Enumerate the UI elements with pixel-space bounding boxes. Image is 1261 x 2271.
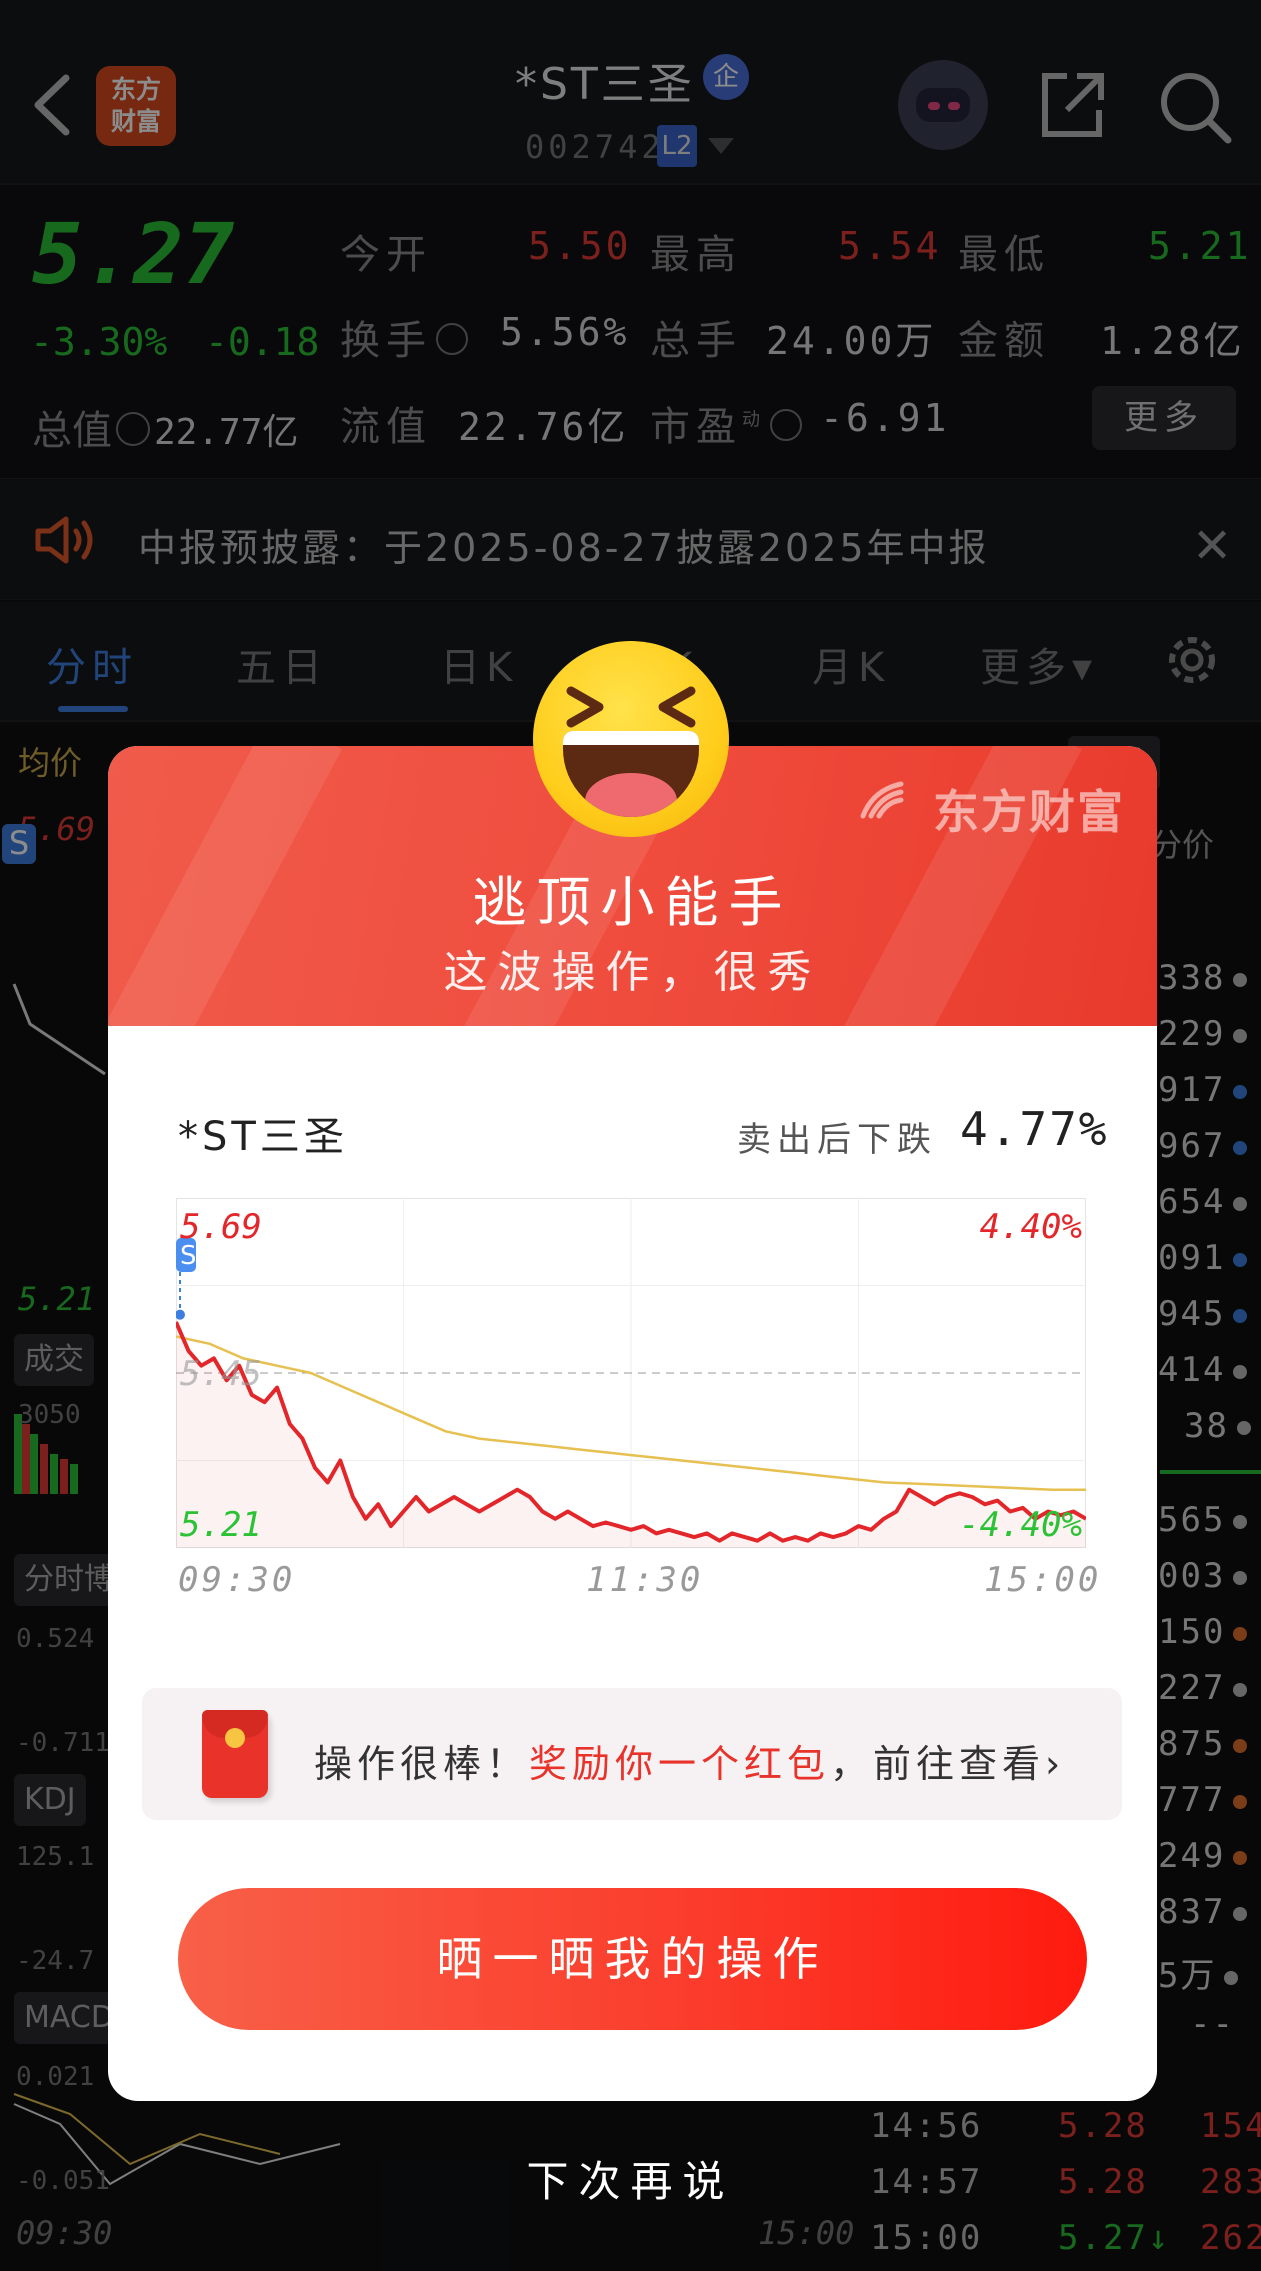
- pct-label-bottom: -4.40%: [959, 1505, 1082, 1545]
- drop-after-sell-value: 4.77%: [960, 1102, 1109, 1156]
- dialog-title: 逃顶小能手: [472, 871, 793, 934]
- brand-logo-icon: [860, 781, 904, 819]
- y-label-top: 5.69: [180, 1207, 262, 1247]
- intraday-mini-chart: S5.695.455.214.40%-4.40%: [176, 1198, 1086, 1548]
- chevron-right-icon: ›: [1045, 1742, 1066, 1786]
- y-label-mid: 5.45: [180, 1354, 262, 1394]
- x-label-end: 15:00: [984, 1560, 1102, 1600]
- dialog-subtitle: 这波操作，很秀: [443, 947, 822, 998]
- dismiss-link[interactable]: 下次再说: [0, 2148, 1261, 2209]
- x-label-mid: 11:30: [586, 1560, 704, 1600]
- modal-stock-name: *ST三圣: [178, 1114, 348, 1160]
- drop-after-sell-label: 卖出后下跌: [737, 1120, 937, 1160]
- y-label-bottom: 5.21: [180, 1505, 262, 1545]
- brand-name: 东方财富: [933, 785, 1125, 839]
- share-operation-button[interactable]: 晒一晒我的操作: [178, 1888, 1087, 2030]
- red-envelope-icon: [202, 1710, 268, 1798]
- x-label-start: 09:30: [178, 1560, 296, 1600]
- pct-label-top: 4.40%: [980, 1207, 1082, 1247]
- reward-text[interactable]: 操作很棒！奖励你一个红包，前往查看›: [314, 1733, 1065, 1788]
- laughing-face-icon: [533, 641, 729, 837]
